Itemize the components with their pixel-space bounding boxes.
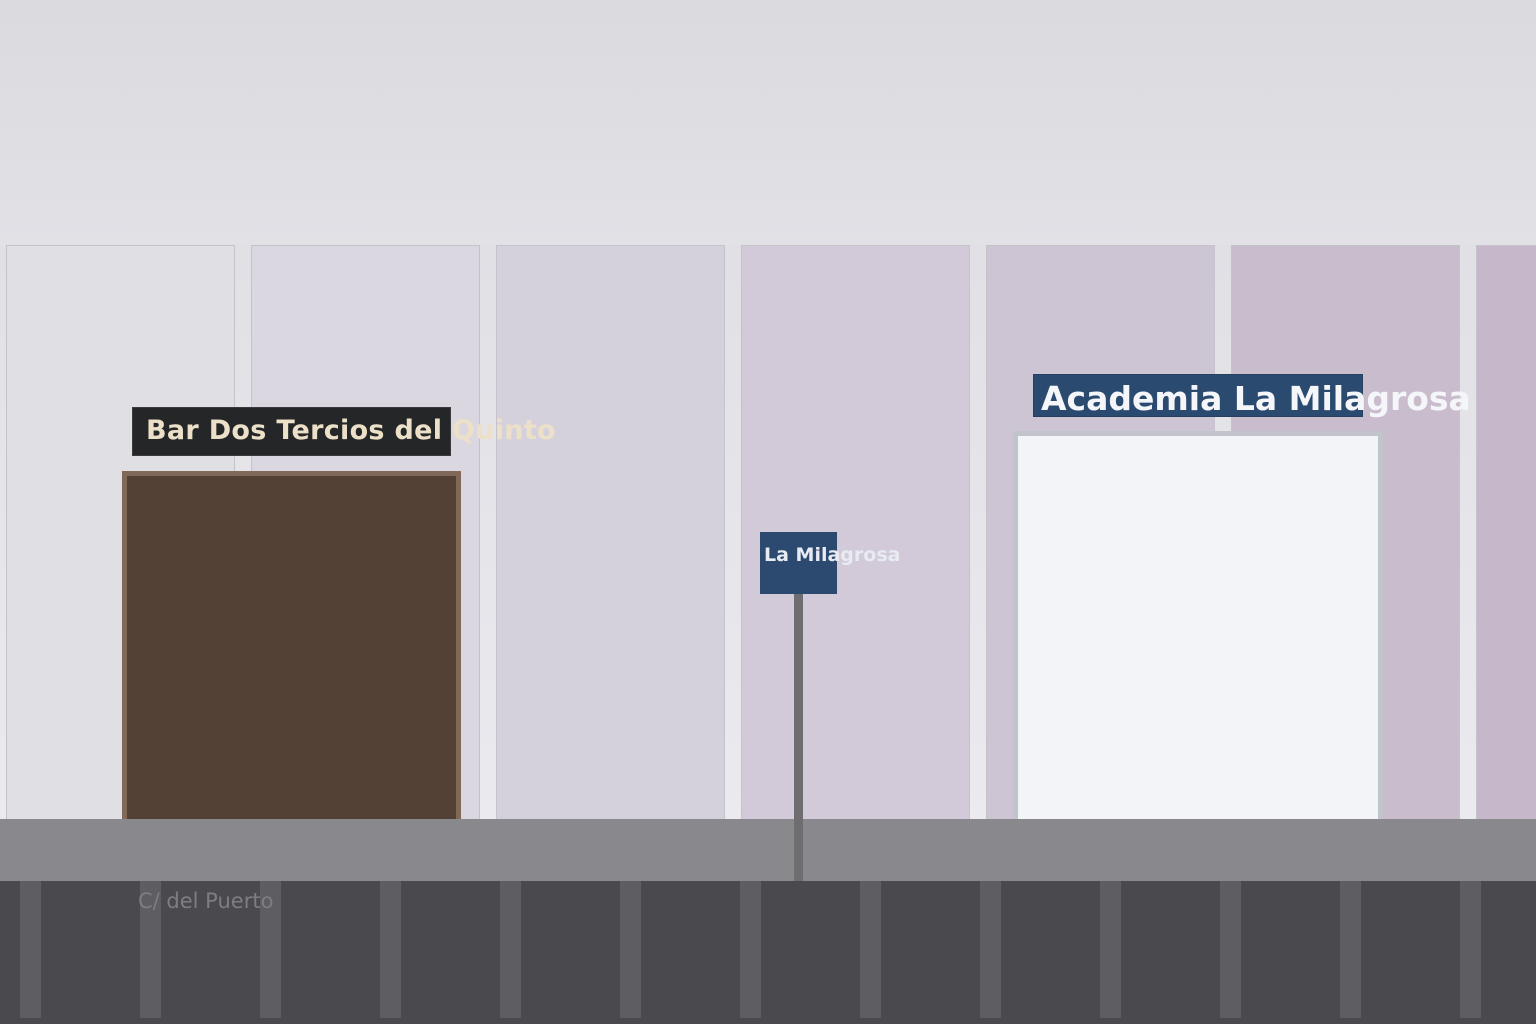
street-sign-text: La Milagrosa [764,544,901,566]
academia-window [1013,431,1383,820]
road-bollard [980,881,1001,1018]
sign-pole [794,594,803,881]
sidewalk [0,819,1536,881]
road-bollard [620,881,641,1018]
road-bollard [380,881,401,1018]
road-bollard [1340,881,1361,1018]
facade-panel [496,245,725,820]
road-bollard [1220,881,1241,1018]
bar-sign-text: Bar Dos Tercios del Quinto [146,415,556,446]
road-bollard [20,881,41,1018]
road-bollard [500,881,521,1018]
bar-door[interactable] [122,471,461,820]
road-bollard [1460,881,1481,1018]
street-name-label: C/ del Puerto [138,889,274,913]
sky [0,0,1536,245]
facade-panel [1476,245,1536,820]
academia-sign-text: Academia La Milagrosa [1041,379,1471,418]
road-bollard [860,881,881,1018]
road-bollard [1100,881,1121,1018]
road-bollard [740,881,761,1018]
